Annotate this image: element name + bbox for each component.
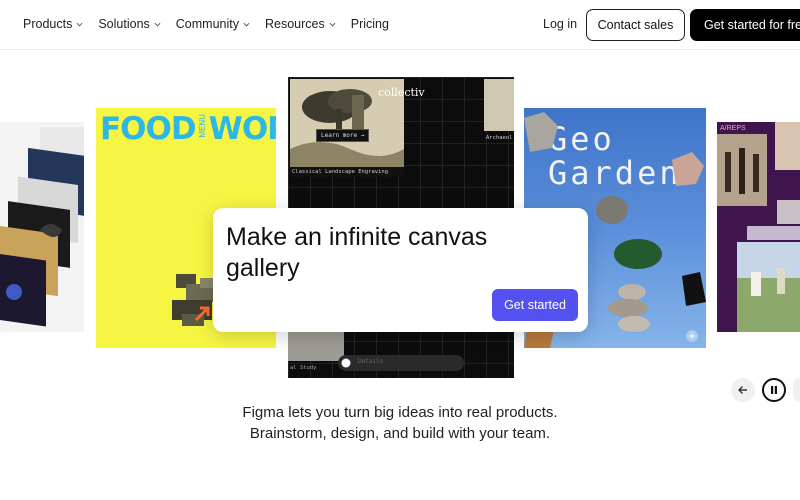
chevron-down-icon — [329, 22, 336, 26]
archaeol-caption: Archaeol — [486, 135, 513, 141]
arrow-left-icon — [738, 386, 747, 394]
carousel-next-button[interactable] — [793, 378, 800, 402]
chevron-down-icon — [154, 22, 161, 26]
main-menu: Products Solutions Community Resources P… — [23, 17, 404, 31]
cta-card: Make an infinite canvas gallery Get star… — [213, 208, 588, 332]
nav-item-label: Pricing — [350, 17, 389, 31]
engraving-caption: Classical Landscape Engraving — [290, 167, 404, 177]
chevron-down-icon — [76, 22, 83, 26]
nav-item-label: Products — [23, 17, 73, 31]
carousel-prev-button[interactable] — [731, 378, 755, 402]
get-started-free-button[interactable]: Get started for free — [690, 9, 800, 41]
get-started-button[interactable]: Get started — [492, 289, 578, 321]
areps-photos — [717, 122, 800, 332]
login-link[interactable]: Log in — [543, 17, 577, 31]
circle-icon — [341, 358, 351, 368]
learn-more-tag[interactable]: Learn more → — [316, 129, 370, 142]
details-label: Details — [358, 358, 384, 365]
pause-icon — [771, 386, 777, 394]
chevron-down-icon — [243, 22, 250, 26]
figma-logo-icon[interactable] — [0, 13, 6, 35]
nav-item-label: Community — [175, 17, 239, 31]
collectiv-brand: collectiv — [378, 86, 425, 99]
carousel-pause-button[interactable] — [762, 378, 786, 402]
nav-item-label: Resources — [265, 17, 325, 31]
nav-item-community[interactable]: Community — [176, 17, 250, 31]
nav-item-label: Solutions — [98, 17, 150, 31]
tagline-line1: Figma lets you turn big ideas into real … — [242, 404, 558, 421]
gallery-card-records[interactable] — [0, 122, 84, 332]
contact-sales-button[interactable]: Contact sales — [586, 9, 685, 41]
side-image — [484, 79, 514, 131]
nav-item-resources[interactable]: Resources — [265, 17, 336, 31]
gallery-card-areps[interactable]: A/REPS — [717, 122, 800, 332]
details-pill[interactable]: Details — [338, 355, 464, 371]
study-caption: al Study — [290, 365, 317, 371]
records-artwork — [0, 122, 84, 332]
nav-item-pricing[interactable]: Pricing — [351, 17, 389, 31]
lower-image — [288, 331, 344, 361]
top-navigation: Products Solutions Community Resources P… — [0, 0, 800, 50]
cta-headline: Make an infinite canvas gallery — [226, 223, 488, 282]
hero-tagline: Figma lets you turn big ideas into real … — [0, 402, 800, 444]
nav-item-solutions[interactable]: Solutions — [98, 17, 161, 31]
nav-item-products[interactable]: Products — [23, 17, 83, 31]
tagline-line2: Brainstorm, design, and build with your … — [249, 425, 551, 442]
